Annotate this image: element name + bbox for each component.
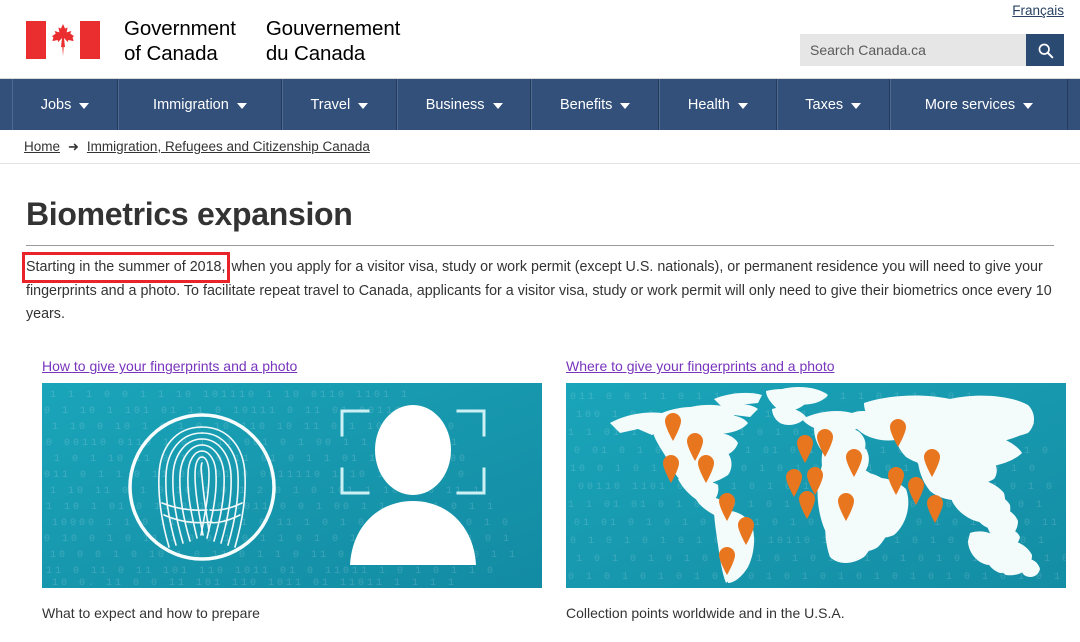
site-search bbox=[800, 34, 1064, 66]
chevron-down-icon bbox=[1023, 102, 1034, 109]
biometrics-illustration: 1 1 1 0 0 1 1 10 101110 1 10 0110 1101 1… bbox=[42, 383, 542, 589]
francais-link[interactable]: Français bbox=[1012, 3, 1064, 18]
nav-item-immigration[interactable]: Immigration bbox=[118, 79, 282, 130]
nav-item-label: Benefits bbox=[560, 96, 613, 113]
nav-item-travel[interactable]: Travel bbox=[281, 79, 397, 130]
nav-item-benefits[interactable]: Benefits bbox=[531, 79, 660, 130]
nav-item-label: Jobs bbox=[40, 96, 72, 113]
card-caption-what-to-expect: What to expect and how to prepare bbox=[42, 605, 260, 622]
breadcrumb-home-link[interactable]: Home bbox=[24, 139, 60, 154]
card-how-to-give-biometrics: How to give your fingerprints and a phot… bbox=[26, 358, 542, 622]
chevron-down-icon bbox=[620, 102, 631, 109]
site-brand[interactable]: Government of Canada Gouvernement du Can… bbox=[22, 16, 400, 66]
title-divider bbox=[26, 245, 1054, 246]
search-icon bbox=[1038, 43, 1053, 58]
card-link-where-to-give[interactable]: Where to give your fingerprints and a ph… bbox=[566, 358, 835, 374]
brand-wordmark: Government of Canada Gouvernement du Can… bbox=[124, 16, 400, 66]
breadcrumb-arrow-icon: ➜ bbox=[68, 138, 79, 154]
main-content: Biometrics expansion Starting in the sum… bbox=[0, 196, 1080, 622]
chevron-down-icon bbox=[851, 102, 862, 109]
fingerprint-and-face-biometrics-image[interactable]: 1 1 1 0 0 1 1 10 101110 1 10 0110 1101 1… bbox=[42, 383, 542, 589]
nav-item-taxes[interactable]: Taxes bbox=[776, 79, 890, 130]
nav-item-label: Business bbox=[425, 96, 485, 113]
nav-right-edge bbox=[1068, 79, 1080, 130]
site-header: Français Government of Canada Gouverneme… bbox=[0, 0, 1080, 78]
breadcrumb-current-link[interactable]: Immigration, Refugees and Citizenship Ca… bbox=[87, 139, 370, 154]
search-button[interactable] bbox=[1026, 34, 1064, 66]
chevron-down-icon bbox=[79, 102, 90, 109]
card-caption-collection-points: Collection points worldwide and in the U… bbox=[566, 605, 845, 622]
intro-paragraph: Starting in the summer of 2018, when you… bbox=[21, 251, 1054, 326]
main-navigation: Jobs Immigration Travel Business Benefit… bbox=[0, 78, 1080, 130]
canada-ca-biometrics-page: Français Government of Canada Gouverneme… bbox=[0, 0, 1080, 642]
highlighted-phrase: Starting in the summer of 2018, bbox=[21, 251, 231, 284]
svg-text:0 1 0 1 0 1 0 1 0 1 0 1 0 1 0: 0 1 0 1 0 1 0 1 0 1 0 1 0 1 0 1 0 1 0 1 … bbox=[568, 572, 1063, 583]
svg-text:11 0 11 0 11 101 110 1011: 11 0 11 0 11 101 110 1011 01 0 11011 1 0… bbox=[46, 566, 496, 577]
nav-item-label: Immigration bbox=[153, 96, 229, 113]
maple-leaf-icon bbox=[52, 24, 74, 56]
nav-item-jobs[interactable]: Jobs bbox=[12, 79, 119, 130]
nav-item-label: Travel bbox=[310, 96, 351, 113]
page-title: Biometrics expansion bbox=[26, 196, 353, 232]
nav-item-health[interactable]: Health bbox=[659, 79, 777, 130]
nav-item-label: Taxes bbox=[805, 96, 844, 113]
breadcrumb: Home ➜ Immigration, Refugees and Citizen… bbox=[0, 130, 1080, 164]
svg-text:1 1 1 0 0 1 1 10 1011: 1 1 1 0 0 1 1 10 101110 1 10 0110 1101 1 bbox=[50, 390, 410, 401]
world-map-collection-points-image[interactable]: 011 0 0 1 1 0 1 1 0 0 1 0 1 0 1 1 0 1 1 … bbox=[566, 383, 1066, 589]
svg-text:10 0. 11 0 0 11 101 110: 10 0. 11 0 0 11 101 110 1011 01 11011 1 … bbox=[52, 578, 457, 588]
chevron-down-icon bbox=[492, 102, 503, 109]
card-where-to-give-biometrics: Where to give your fingerprints and a ph… bbox=[550, 358, 1066, 622]
chevron-down-icon bbox=[236, 102, 247, 109]
feature-cards: How to give your fingerprints and a phot… bbox=[26, 358, 1066, 622]
language-toggle: Français bbox=[1012, 2, 1064, 20]
nav-item-label: More services bbox=[924, 96, 1016, 113]
search-input[interactable] bbox=[800, 34, 1026, 66]
brand-wordmark-en: Government of Canada bbox=[124, 17, 236, 65]
chevron-down-icon bbox=[358, 102, 369, 109]
chevron-down-icon bbox=[737, 102, 748, 109]
world-map-illustration: 011 0 0 1 1 0 1 1 0 0 1 0 1 0 1 1 0 1 1 … bbox=[566, 383, 1066, 589]
nav-item-label: Health bbox=[687, 96, 730, 113]
card-link-how-to-give[interactable]: How to give your fingerprints and a phot… bbox=[42, 358, 297, 374]
nav-left-edge bbox=[0, 79, 12, 130]
nav-item-business[interactable]: Business bbox=[396, 79, 532, 130]
nav-item-more-services[interactable]: More services bbox=[889, 79, 1069, 130]
canada-flag-icon bbox=[22, 18, 104, 62]
brand-wordmark-fr: Gouvernement du Canada bbox=[265, 17, 401, 65]
